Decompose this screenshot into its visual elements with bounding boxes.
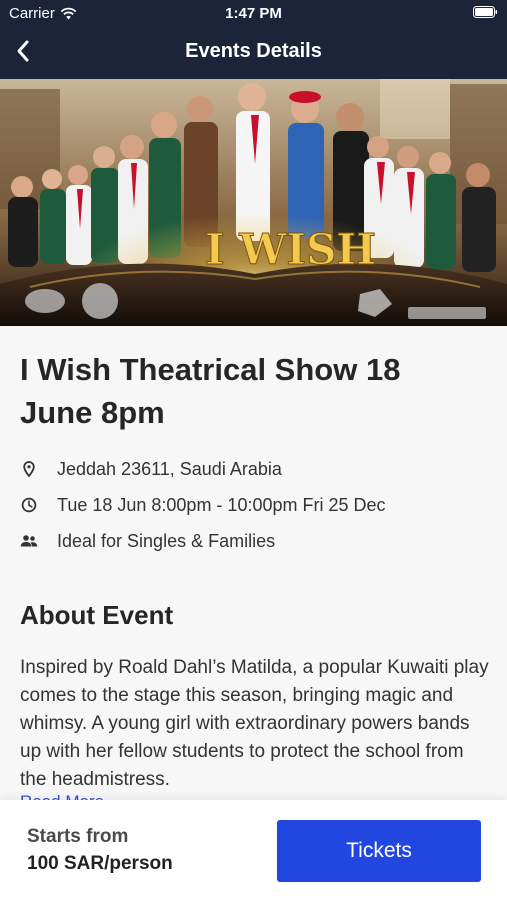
top-bar: Carrier 1:47 PM Events Details — [0, 0, 507, 79]
poster-artwork: I WISH — [0, 79, 507, 326]
event-content: I Wish Theatrical Show 18 June 8pm Jedda… — [0, 326, 507, 800]
event-details-screen: Carrier 1:47 PM Events Details I WISH I … — [0, 0, 507, 900]
page-title: Events Details — [185, 40, 322, 62]
status-time: 1:47 PM — [225, 5, 282, 22]
location-text: Jeddah 23611, Saudi Arabia — [57, 458, 282, 479]
battery-icon — [473, 6, 498, 18]
tickets-button[interactable]: Tickets — [277, 820, 481, 882]
location-row: Jeddah 23611, Saudi Arabia — [20, 455, 282, 483]
status-bar: Carrier 1:47 PM — [0, 0, 507, 28]
people-icon — [20, 532, 38, 550]
location-pin-icon — [20, 460, 38, 478]
audience-text: Ideal for Singles & Families — [57, 530, 276, 551]
datetime-row: Tue 18 Jun 8:00pm - 10:00pm Fri 25 Dec — [20, 491, 386, 519]
price-value: 100 SAR/person — [27, 853, 173, 874]
about-event-description: Inspired by Roald Dahl’s Matilda, a popu… — [20, 657, 489, 790]
about-event-heading: About Event — [20, 600, 174, 630]
event-poster-image: I WISH — [0, 79, 507, 326]
poster-logo: I WISH — [205, 225, 376, 274]
clock-icon — [20, 496, 38, 514]
audience-row: Ideal for Singles & Families — [20, 527, 275, 555]
event-title: I Wish Theatrical Show 18 June 8pm — [20, 352, 401, 430]
datetime-text: Tue 18 Jun 8:00pm - 10:00pm Fri 25 Dec — [57, 494, 386, 515]
read-more-link[interactable]: Read More — [20, 792, 104, 800]
price-label: Starts from — [27, 826, 129, 847]
purchase-bar: Starts from 100 SAR/person Tickets — [0, 800, 507, 900]
navigation-bar: Events Details — [0, 28, 507, 79]
